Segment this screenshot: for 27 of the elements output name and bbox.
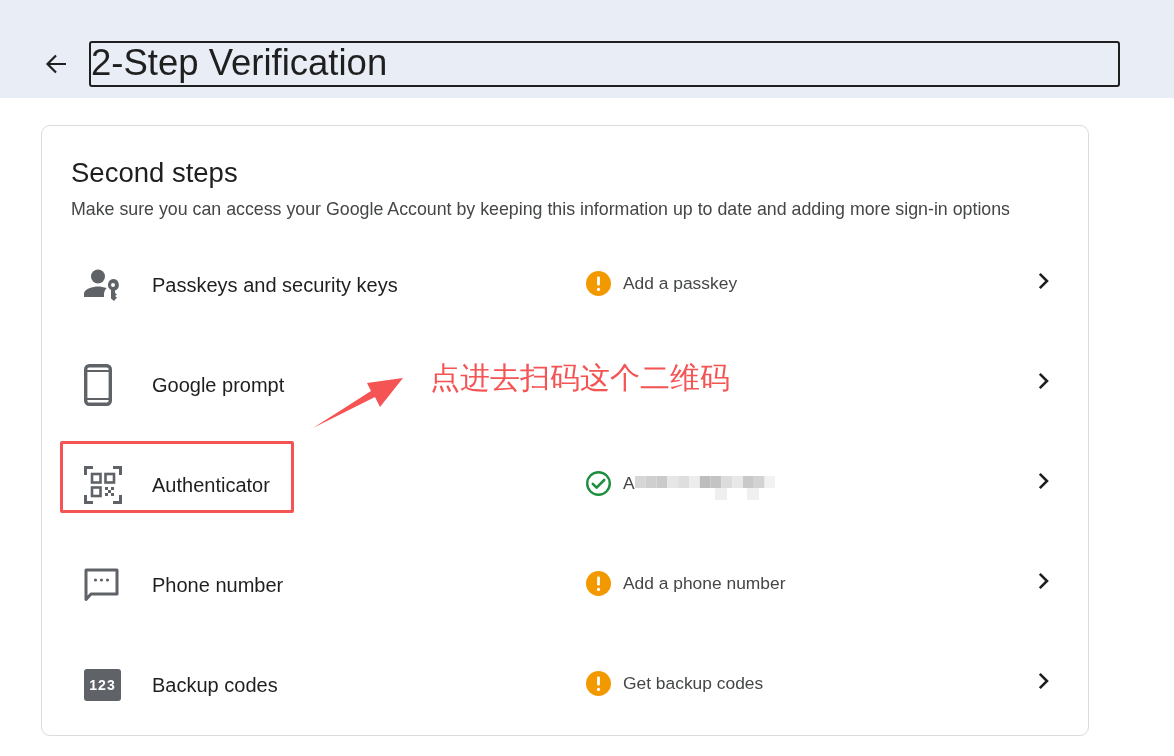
status-text: Add a passkey	[623, 273, 738, 294]
status-text: Add a phone number	[623, 573, 786, 594]
status-text: A	[623, 473, 635, 494]
setting-label[interactable]: Google prompt	[152, 373, 285, 397]
qr-code-icon	[84, 466, 122, 504]
setting-label[interactable]: Passkeys and security keys	[152, 273, 398, 297]
back-arrow-icon	[45, 54, 67, 74]
setting-label[interactable]: Backup codes	[152, 673, 278, 697]
chevron-right-icon[interactable]	[1038, 272, 1050, 290]
warning-icon	[586, 571, 611, 596]
chevron-right-icon[interactable]	[1038, 672, 1050, 690]
chat-bubble-icon	[84, 568, 119, 602]
chevron-right-icon[interactable]	[1038, 372, 1050, 390]
warning-icon	[586, 671, 611, 696]
smartphone-icon	[84, 364, 112, 406]
number-tile: 123	[84, 669, 121, 701]
chevron-right-icon[interactable]	[1038, 472, 1050, 490]
status-text: Get backup codes	[623, 673, 764, 694]
section-description: Make sure you can access your Google Account by keeping this information up to date and adding more sign-in options	[71, 198, 1011, 220]
setting-label[interactable]: Phone number	[152, 573, 284, 597]
chevron-right-icon[interactable]	[1038, 572, 1050, 590]
page-title: 2-Step Verification	[89, 41, 1120, 87]
check-circle-icon	[586, 471, 611, 496]
warning-icon	[586, 271, 611, 296]
annotation-text: 点进去扫码这个二维码	[430, 360, 730, 396]
section-title: Second steps	[71, 156, 239, 190]
setting-label[interactable]: Authenticator	[152, 473, 270, 497]
